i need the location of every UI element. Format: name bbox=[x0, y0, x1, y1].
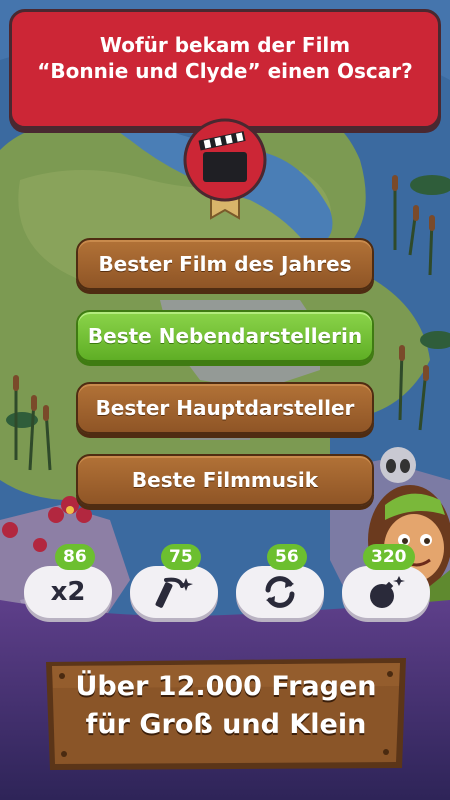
question-text-line2: “Bonnie und Clyde” einen Oscar? bbox=[37, 59, 413, 83]
answer-label: Beste Nebendarstellerin bbox=[87, 324, 363, 348]
refresh-powerup-button[interactable] bbox=[236, 566, 324, 618]
refresh-icon bbox=[265, 576, 295, 608]
question-card: Wofür bekam der Film “Bonnie und Clyde” … bbox=[9, 9, 441, 129]
promo-banner-text: Über 12.000 Fragen für Groß und Klein bbox=[42, 668, 410, 744]
answer-button-2-correct[interactable]: Beste Nebendarstellerin bbox=[76, 310, 374, 362]
magic-wand-icon bbox=[155, 577, 193, 608]
powerup-count-badge: 75 bbox=[161, 544, 201, 570]
question-text-line1: Wofür bekam der Film bbox=[99, 33, 351, 57]
bomb-icon bbox=[370, 576, 405, 608]
answer-label: Bester Hauptdarsteller bbox=[95, 396, 355, 420]
powerup-count-badge: 86 bbox=[55, 544, 95, 570]
powerup-count-badge: 56 bbox=[267, 544, 307, 570]
powerup-count-badge: 320 bbox=[363, 544, 415, 570]
banner-line2: für Groß und Klein bbox=[85, 709, 367, 740]
double-points-label: x2 bbox=[50, 577, 86, 607]
answer-button-4[interactable]: Beste Filmmusik bbox=[76, 454, 374, 506]
banner-line1: Über 12.000 Fragen bbox=[75, 671, 377, 702]
double-points-powerup-button[interactable]: x2 bbox=[24, 566, 112, 618]
bomb-powerup-button[interactable] bbox=[342, 566, 430, 618]
clapperboard-icon bbox=[183, 118, 267, 220]
answer-button-3[interactable]: Bester Hauptdarsteller bbox=[76, 382, 374, 434]
answer-label: Bester Film des Jahres bbox=[98, 252, 352, 276]
answer-label: Beste Filmmusik bbox=[131, 468, 319, 492]
magic-wand-powerup-button[interactable] bbox=[130, 566, 218, 618]
answer-button-1[interactable]: Bester Film des Jahres bbox=[76, 238, 374, 290]
